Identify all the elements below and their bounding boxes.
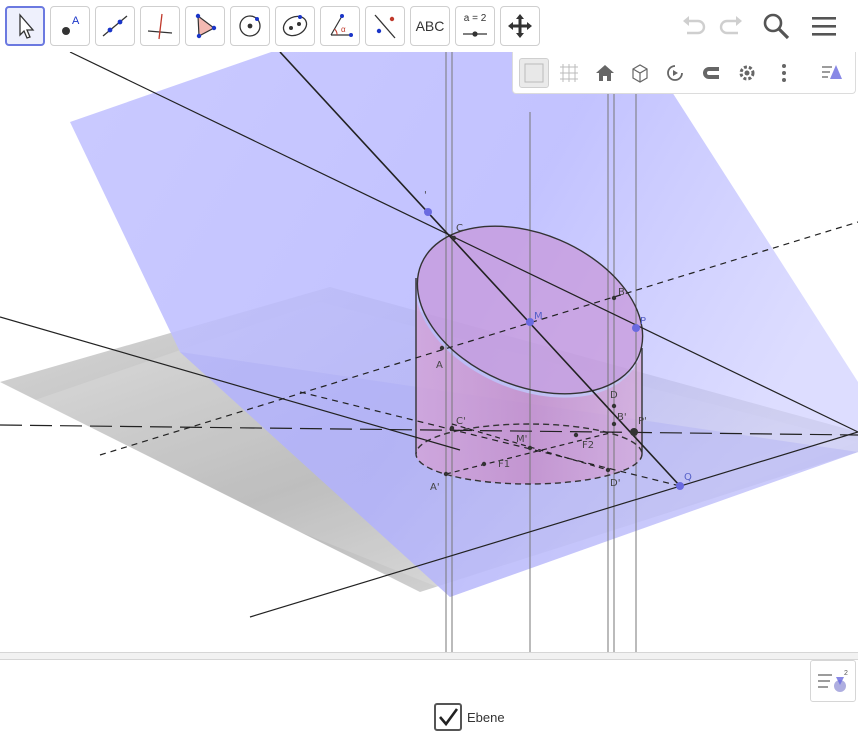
redo-button[interactable] [713,8,749,44]
undo-button[interactable] [676,8,712,44]
graphics-style-bar [512,52,856,94]
graphics-2d-view[interactable]: 2 Ebene [0,660,858,749]
move-graphics-tool[interactable] [500,6,540,46]
label-A: A [436,360,443,371]
svg-text:2: 2 [844,670,848,677]
line-tool[interactable] [95,6,135,46]
algebra-icon [822,65,842,79]
ebene-label: Ebene [467,709,505,725]
graphics-3d-view[interactable]: ' C B M P A D B' P' C' M' F2 F1 A' D' Q [0,52,858,652]
menu-button[interactable] [806,8,842,44]
arrow-pointer-icon [19,13,35,39]
label-M: M [534,311,543,322]
angle-icon: α [330,14,353,37]
label-B: B [618,287,625,298]
label-Pp: P' [638,416,647,427]
reflect-tool[interactable] [365,6,405,46]
perpendicular-line-tool[interactable] [140,6,180,46]
geogebra-3d-app: A α ABC a = 2 ' C B M P A D B' P' C' M' … [0,0,858,749]
label-D: D [610,390,618,401]
slider-tool-label: a = 2 [463,13,487,24]
svg-text:α: α [341,25,346,34]
settings-button[interactable] [732,58,762,88]
label-Mp: M' [516,434,527,445]
text-icon: ABC [415,18,445,34]
search-button[interactable] [758,8,794,44]
rotate-icon [667,65,683,81]
reflect-icon [374,14,396,39]
cube-icon [632,64,648,83]
scene-canvas[interactable]: ' C B M P A D B' P' C' M' F2 F1 A' D' Q [0,52,858,652]
plane-toggle[interactable] [519,58,549,88]
text-tool[interactable]: ABC [410,6,450,46]
perpendicular-icon [147,13,173,40]
label-P: P [640,316,646,327]
gear-icon [739,65,755,81]
panel-divider[interactable] [0,652,858,660]
move-arrows-icon [508,14,532,38]
ebene-checkbox-row[interactable]: Ebene [434,702,505,732]
algebra-toggle[interactable] [817,58,847,88]
magnet-icon [703,67,719,79]
main-toolbar: A α ABC a = 2 [0,0,858,52]
undo-icon [683,16,706,35]
polygon-tool[interactable] [185,6,225,46]
move-tool[interactable] [5,6,45,46]
ellipse-icon [282,15,308,37]
point-icon: A [62,15,80,35]
ebene-checkbox[interactable] [434,703,462,731]
checkmark-icon [439,708,459,727]
circle-center-icon [239,15,261,37]
angle-tool[interactable]: α [320,6,360,46]
algebra-toggle-2d[interactable]: 2 [810,660,856,702]
point-tool-label: A [72,15,80,27]
grid-toggle[interactable] [554,58,584,88]
slider-tool[interactable]: a = 2 [455,6,495,46]
label-Q: Q [684,472,692,483]
home-button[interactable] [590,58,620,88]
algebra-icon: 2 [818,670,848,692]
search-icon [763,13,790,40]
conic-tool[interactable] [275,6,315,46]
view-direction-button[interactable] [625,58,655,88]
circle-tool[interactable] [230,6,270,46]
redo-icon [719,16,742,35]
grid-icon [560,64,578,82]
label-Dp: D' [610,478,620,489]
more-vertical-icon [782,64,786,82]
menu-icon [812,17,836,36]
plane-icon [524,63,544,83]
rotate-view-button[interactable] [660,58,690,88]
line-icon [102,15,128,37]
more-button[interactable] [769,58,799,88]
point-capturing-button[interactable] [696,58,726,88]
label-Bp: B' [617,412,627,423]
polygon-icon [195,13,217,39]
label-top: ' [424,190,427,201]
label-C: C [456,223,463,234]
label-Ap: A' [430,482,440,493]
label-F2: F2 [582,440,594,451]
label-Cp: C' [456,416,466,427]
home-icon [596,65,614,81]
label-F1: F1 [498,459,510,470]
point-tool[interactable]: A [50,6,90,46]
